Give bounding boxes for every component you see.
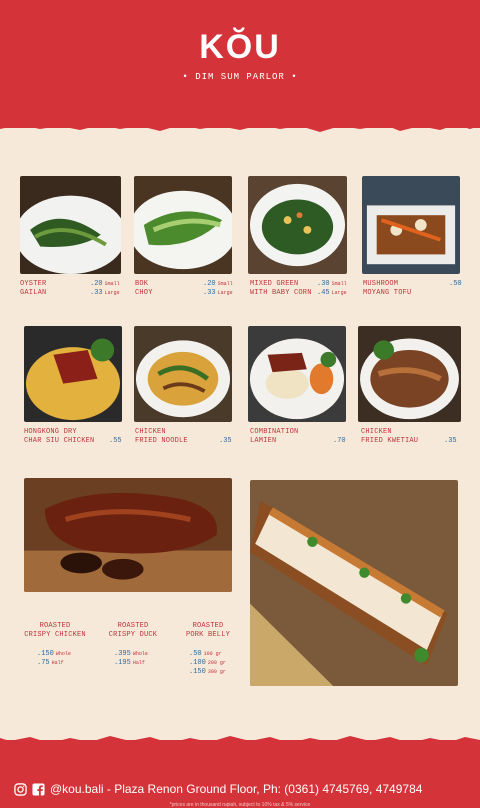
brand-tagline: • DIM SUM PARLOR • <box>182 72 298 82</box>
facebook-icon[interactable] <box>32 782 45 796</box>
price-value: .50 <box>189 650 202 658</box>
item-name: GAILAN <box>20 289 47 297</box>
photo-roasted-duck <box>24 478 232 592</box>
menu-item: CHICKEN FRIED NOODLE <box>135 428 188 446</box>
menu-item: ROASTED PORK BELLY <box>180 622 236 640</box>
item-name: FRIED KWETIAU <box>361 437 419 445</box>
item-price: .35 <box>444 437 457 446</box>
photo-oyster-gailan <box>20 176 121 274</box>
price-size: Whole <box>55 651 71 657</box>
price-size: Large <box>104 290 120 296</box>
price-value: .150 <box>37 650 54 658</box>
item-name: ROASTED <box>117 622 149 630</box>
price-size: Large <box>331 290 347 296</box>
torn-edge <box>0 736 480 748</box>
footer-banner: @kou.bali - Plaza Renon Ground Floor, Ph… <box>0 736 480 808</box>
item-name: MOYANG TOFU <box>363 289 412 297</box>
price-value: .45 <box>317 289 330 297</box>
photo-combination-lamien <box>248 326 346 422</box>
item-name: CRISPY CHICKEN <box>24 631 86 639</box>
price-value: .75 <box>37 659 50 667</box>
photo-chicken-fried-noodle <box>134 326 232 422</box>
header-banner: KŎU • DIM SUM PARLOR • <box>0 0 480 132</box>
price-size: Small <box>104 281 120 287</box>
price-value: .195 <box>114 659 131 667</box>
item-name: COMBINATION <box>250 428 299 436</box>
menu-item: MUSHROOM MOYANG TOFU <box>363 280 411 298</box>
contact-line: @kou.bali - Plaza Renon Ground Floor, Ph… <box>14 782 470 796</box>
menu-item: ROASTED CRISPY CHICKEN <box>24 622 86 640</box>
torn-edge <box>0 120 480 132</box>
item-name: HONGKONG DRY <box>24 428 77 436</box>
item-name: BOK <box>135 280 149 288</box>
item-name: CHICKEN <box>361 428 392 436</box>
price-value: .395 <box>114 650 131 658</box>
price-size: 200 gr <box>207 660 226 666</box>
item-price: .70 <box>333 437 346 446</box>
price-value: .30 <box>317 280 330 288</box>
item-name: CHICKEN <box>135 428 166 436</box>
brand-logo: KŎU <box>199 28 281 66</box>
photo-bok-choy <box>134 176 232 274</box>
item-name: ROASTED <box>192 622 224 630</box>
price-value: .35 <box>444 437 457 445</box>
price-value: .50 <box>449 280 462 288</box>
item-price: .50 <box>449 280 462 289</box>
photo-roasted-pork-belly <box>250 480 458 686</box>
menu-item: MIXED GREEN WITH BABY CORN <box>250 280 312 298</box>
item-price: .30 Small .45 Large <box>317 280 347 298</box>
price-size: Large <box>217 290 233 296</box>
item-price: .150 Whole .75 Half <box>37 650 71 668</box>
photo-mixed-green <box>248 176 347 274</box>
photo-chicken-fried-kwetiau <box>358 326 461 422</box>
menu-item: CHICKEN FRIED KWETIAU <box>361 428 418 446</box>
item-name: FRIED NOODLE <box>135 437 188 445</box>
photo-mushroom-tofu <box>362 176 460 274</box>
item-price: .20 Small .33 Large <box>90 280 120 298</box>
item-price: .395 Whole .195 Half <box>114 650 148 668</box>
price-value: .100 <box>189 659 206 667</box>
price-size: Half <box>51 660 64 666</box>
menu-item: COMBINATION LAMIEN <box>250 428 298 446</box>
item-name: MUSHROOM <box>363 280 399 288</box>
menu-item: BOK CHOY <box>135 280 153 298</box>
price-size: 300 gr <box>207 669 226 675</box>
item-name: MIXED GREEN <box>250 280 299 288</box>
menu-item: OYSTER GAILAN <box>20 280 46 298</box>
price-value: .150 <box>189 668 206 676</box>
price-value: .33 <box>203 289 216 297</box>
price-value: .35 <box>219 437 232 445</box>
price-footnote: *prices are in thousand rupiah, subject … <box>169 802 311 808</box>
item-price: .50 100 gr .100 200 gr .150 300 gr <box>189 650 226 677</box>
item-name: OYSTER <box>20 280 47 288</box>
item-price: .55 <box>109 437 122 446</box>
item-name: CHOY <box>135 289 153 297</box>
price-value: .70 <box>333 437 346 445</box>
item-price: .35 <box>219 437 232 446</box>
price-size: Half <box>132 660 145 666</box>
price-size: 100 gr <box>203 651 222 657</box>
price-value: .20 <box>90 280 103 288</box>
photo-char-siu-chicken <box>24 326 122 422</box>
menu-item: ROASTED CRISPY DUCK <box>104 622 162 640</box>
price-size: Small <box>331 281 347 287</box>
item-price: .20 Small .33 Large <box>203 280 233 298</box>
menu-item: HONGKONG DRY CHAR SIU CHICKEN <box>24 428 94 446</box>
item-name: LAMIEN <box>250 437 277 445</box>
price-value: .33 <box>90 289 103 297</box>
price-size: Small <box>217 281 233 287</box>
item-name: CRISPY DUCK <box>108 631 158 639</box>
contact-text: @kou.bali - Plaza Renon Ground Floor, Ph… <box>50 782 423 796</box>
instagram-icon[interactable] <box>14 782 27 796</box>
item-name: ROASTED <box>39 622 71 630</box>
item-name: PORK BELLY <box>185 631 230 639</box>
item-name: CHAR SIU CHICKEN <box>24 437 95 445</box>
item-name: WITH BABY CORN <box>250 289 312 297</box>
price-value: .55 <box>109 437 122 445</box>
price-size: Whole <box>132 651 148 657</box>
price-value: .20 <box>203 280 216 288</box>
